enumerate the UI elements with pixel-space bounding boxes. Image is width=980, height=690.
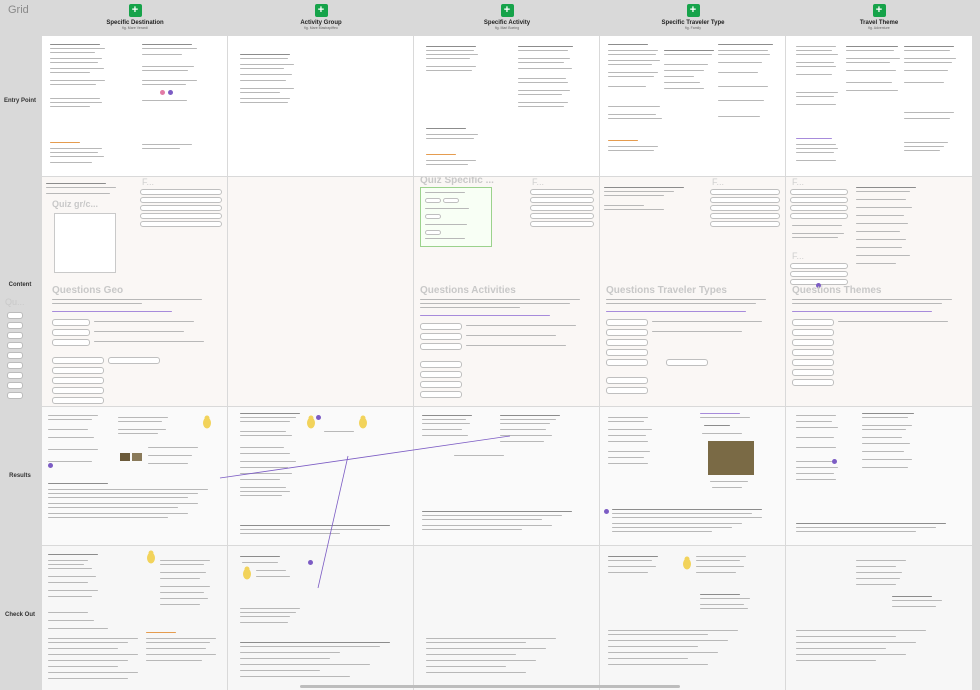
add-plus-icon[interactable]: + — [872, 4, 886, 17]
cell-results-activity-group — [228, 407, 413, 545]
questions-activities-title: Questions Activities — [420, 285, 516, 296]
add-plus-icon[interactable]: + — [314, 4, 328, 17]
hero-photo — [708, 441, 754, 475]
side-nav-pill[interactable] — [7, 322, 23, 329]
cell-checkout-destination — [42, 546, 227, 690]
cell-content-activity-group — [228, 177, 413, 406]
row-label-entry-point: Entry Point — [3, 98, 36, 104]
mascot-icon — [242, 566, 252, 580]
add-plus-icon[interactable]: + — [500, 4, 514, 17]
cell-results-traveler-type — [600, 407, 785, 545]
row-label-results: Results — [9, 473, 31, 479]
add-plus-icon[interactable]: + — [128, 4, 142, 17]
status-dot-icon — [832, 459, 837, 464]
content-form-title: F... — [792, 177, 805, 187]
status-dot-icon — [168, 90, 173, 95]
questions-geo-title: Questions Geo — [52, 285, 124, 296]
horizontal-scrollbar[interactable] — [300, 685, 680, 688]
cell-results-destination — [42, 407, 227, 545]
column-header-activity-group: + Activity Group fig. Mare Mastrapiffeo — [300, 4, 342, 30]
side-nav-pill[interactable] — [7, 362, 23, 369]
side-section-title: Qu... — [5, 297, 25, 307]
questions-themes-title: Questions Themes — [792, 285, 882, 296]
cell-checkout-traveler-type — [600, 546, 785, 690]
status-dot-icon — [316, 415, 321, 420]
grid-board: Grid + Specific Destination fig. Mare Ve… — [0, 0, 980, 690]
quiz-form-card[interactable] — [420, 187, 492, 247]
content-form-title: F... — [712, 177, 725, 187]
mascot-icon — [682, 556, 692, 570]
cell-content-travel-theme: F... F... Questions Themes — [786, 177, 972, 406]
side-nav-pill[interactable] — [7, 312, 23, 319]
column-header-specific-destination: + Specific Destination fig. Mare Verardi — [106, 4, 164, 30]
cell-entry-destination — [42, 36, 227, 176]
cell-checkout-activity-group — [228, 546, 413, 690]
cell-entry-traveler-type — [600, 36, 785, 176]
status-dot-icon — [308, 560, 313, 565]
row-label-check-out: Check Out — [4, 612, 35, 618]
cell-content-traveler-type: F... Questions Traveler Types — [600, 177, 785, 406]
status-dot-icon — [604, 509, 609, 514]
questions-traveler-types-title: Questions Traveler Types — [606, 285, 727, 296]
status-dot-icon — [160, 90, 165, 95]
mascot-icon — [202, 415, 212, 429]
side-nav-pill[interactable] — [7, 382, 23, 389]
cell-entry-travel-theme — [786, 36, 972, 176]
destination-photo — [120, 453, 130, 461]
mascot-icon — [146, 550, 156, 564]
column-header-travel-theme: + Travel Theme fig. Adventure — [859, 4, 899, 30]
cell-entry-specific-activity — [414, 36, 599, 176]
content-form-title: F... — [142, 177, 155, 187]
quiz-gr-title: Quiz gr/c... — [52, 199, 99, 209]
mascot-icon — [306, 415, 316, 429]
row-label-content: Content — [8, 282, 32, 288]
column-header-specific-activity: + Specific Activity fig. Mari Boeing — [483, 4, 531, 30]
content-form-title: F... — [792, 251, 805, 261]
cell-checkout-travel-theme — [786, 546, 972, 690]
cell-content-destination: F... Quiz gr/c... Questions Geo — [42, 177, 227, 406]
column-header-specific-traveler-type: + Specific Traveler Type fig. Family — [661, 4, 725, 30]
board-title: Grid — [8, 4, 29, 16]
side-nav-pill[interactable] — [7, 392, 23, 399]
cell-checkout-specific-activity — [414, 546, 599, 690]
destination-photo — [132, 453, 142, 461]
add-plus-icon[interactable]: + — [686, 4, 700, 17]
mascot-icon — [358, 415, 368, 429]
cell-results-travel-theme — [786, 407, 972, 545]
side-nav-pill[interactable] — [7, 342, 23, 349]
content-form-title: F... — [532, 177, 545, 187]
cell-results-specific-activity — [414, 407, 599, 545]
question-form-card[interactable] — [54, 213, 116, 273]
quiz-specific-title: Quiz Specific ... — [420, 177, 494, 186]
status-dot-icon — [48, 463, 53, 468]
cell-entry-activity-group — [228, 36, 413, 176]
cell-content-specific-activity: Quiz Specific ... F... Questions Activit… — [414, 177, 599, 406]
side-nav-pill[interactable] — [7, 352, 23, 359]
side-nav-pill[interactable] — [7, 332, 23, 339]
side-nav-pill[interactable] — [7, 372, 23, 379]
